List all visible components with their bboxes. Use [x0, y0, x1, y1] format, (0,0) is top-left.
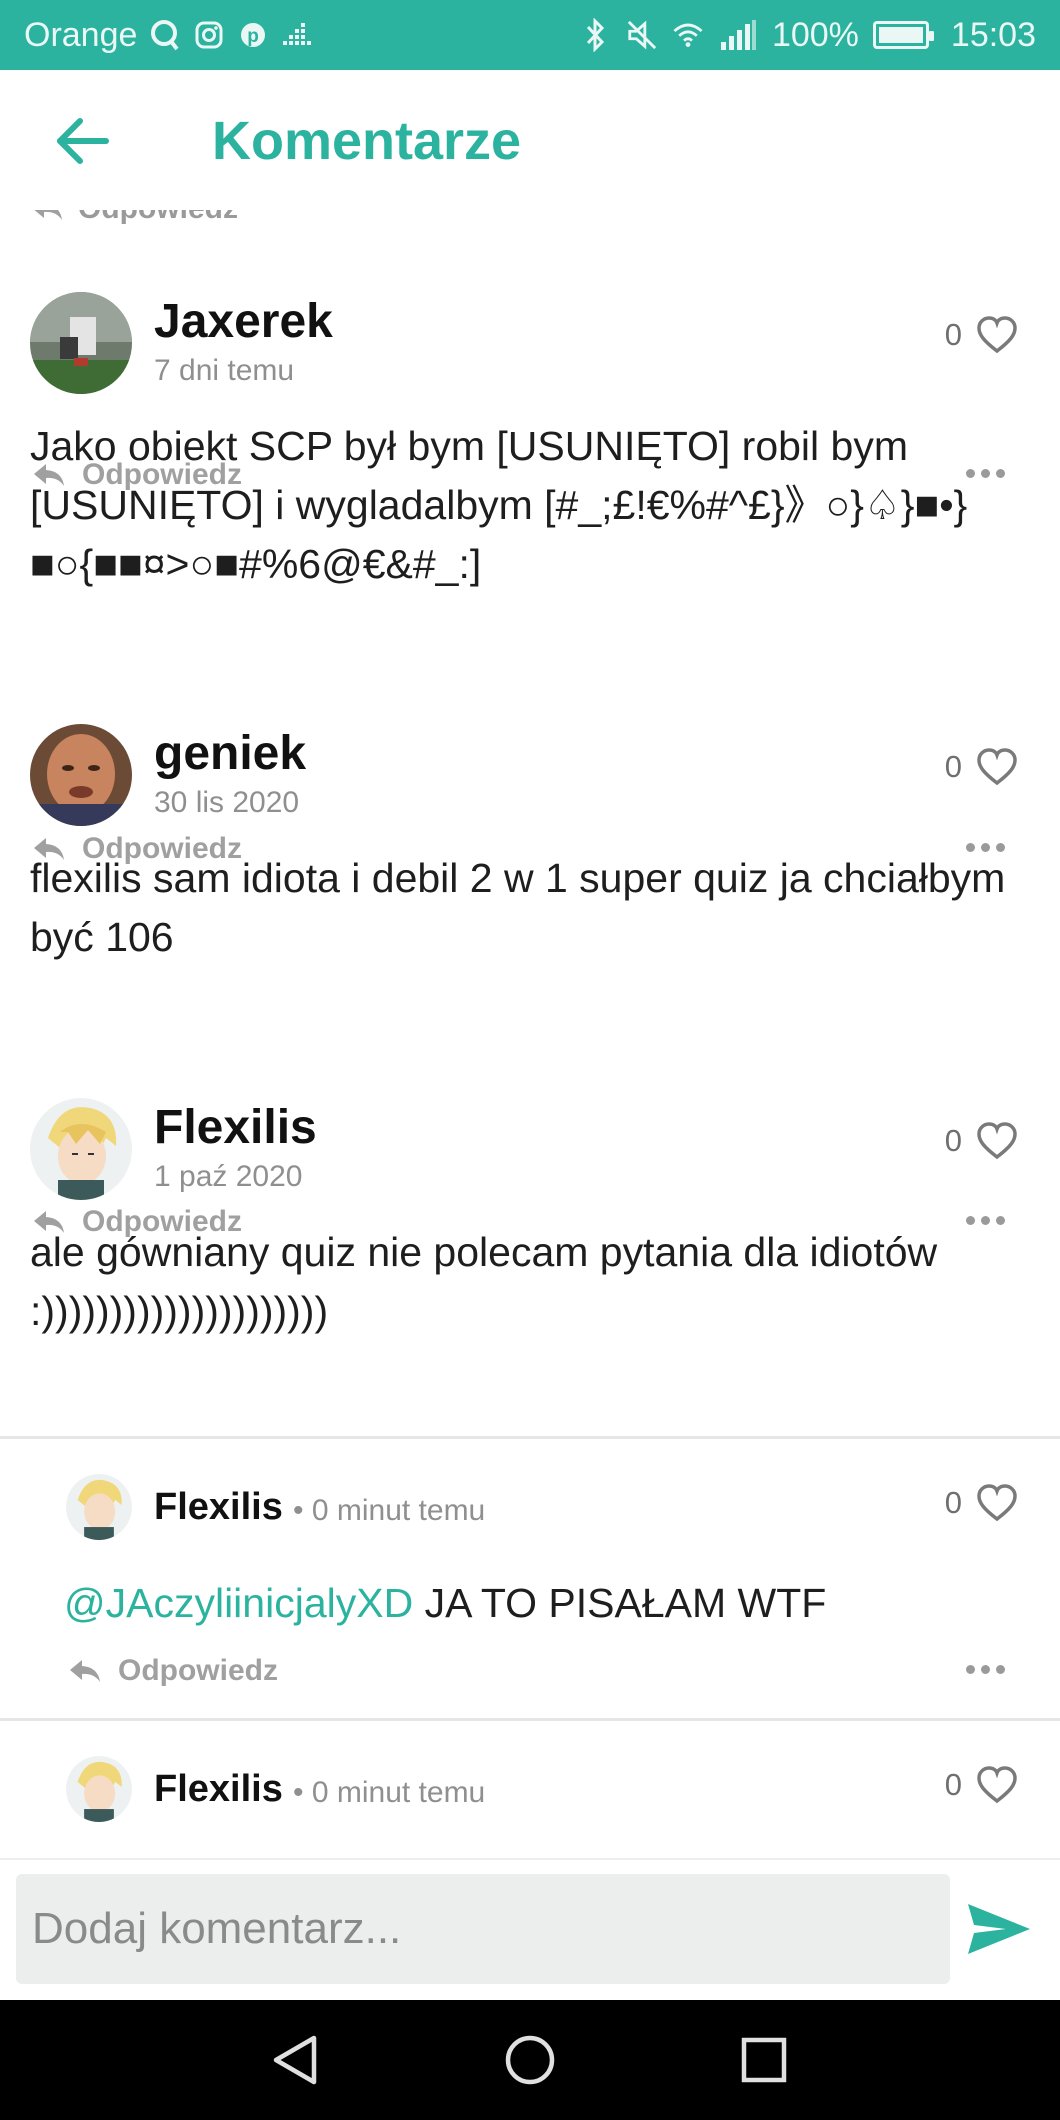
reply-author[interactable]: Flexilis: [154, 1768, 283, 1811]
reply-button[interactable]: Odpowiedz: [32, 832, 242, 866]
comment-text: Jako obiekt SCP był bym [USUNIĘTO] robil…: [30, 423, 968, 587]
avatar[interactable]: [30, 1098, 132, 1200]
status-bar: Orange p 100% 15:03: [0, 0, 1060, 70]
reply-time: • 0 minut temu: [293, 1494, 486, 1527]
bluetooth-icon: [580, 17, 612, 53]
reply-button[interactable]: Odpowiedz: [32, 1205, 242, 1239]
heart-icon: [977, 1122, 1017, 1160]
reply-label: Odpowiedz: [118, 1654, 278, 1687]
divider: [0, 1436, 1060, 1439]
comment-author[interactable]: geniek: [154, 726, 306, 781]
reply-time: • 0 minut temu: [293, 1776, 486, 1809]
reply-button[interactable]: Odpowiedz: [32, 458, 242, 492]
reply-arrow-icon: [34, 464, 64, 486]
battery-fill: [878, 27, 923, 43]
reply-label: Odpowiedz: [82, 1205, 242, 1238]
reply-arrow-icon: [34, 838, 64, 860]
reply-item: Flexilis • 0 minut temu 0 @JAczyliinicja…: [0, 1474, 1060, 1674]
reply-arrow-icon: [34, 210, 62, 220]
like-count: 0: [944, 1485, 962, 1520]
nav-recents-icon[interactable]: [724, 2020, 804, 2100]
heart-icon: [977, 1484, 1017, 1522]
like-count: 0: [944, 749, 962, 784]
reply-item: Flexilis • 0 minut temu 0: [0, 1756, 1060, 1856]
like-button[interactable]: 0: [945, 1766, 1018, 1804]
reply-button[interactable]: Odpowiedz: [30, 210, 238, 226]
comment-text: ale gówniany quiz nie polecam pytania dl…: [30, 1229, 938, 1334]
avatar[interactable]: [66, 1756, 132, 1822]
like-button[interactable]: 0: [945, 1122, 1018, 1160]
carrier-name: Orange: [24, 15, 138, 54]
reply-label: Odpowiedz: [78, 210, 238, 226]
avatar[interactable]: [30, 724, 132, 826]
user-mention[interactable]: @JAczyliinicjalyXD: [64, 1580, 413, 1626]
battery-percent: 100%: [771, 15, 859, 54]
like-count: 0: [944, 1123, 962, 1158]
nav-back-icon[interactable]: [256, 2020, 336, 2100]
like-count: 0: [944, 317, 962, 352]
dotted-bars-icon: [281, 17, 313, 53]
comment-author[interactable]: Flexilis: [154, 1100, 317, 1155]
reply-text: @JAczyliinicjalyXD JA TO PISAŁAM WTF: [64, 1574, 1024, 1633]
wifi-icon: [672, 17, 704, 53]
reply-text-content: JA TO PISAŁAM WTF: [413, 1580, 827, 1626]
avatar[interactable]: [66, 1474, 132, 1540]
comments-feed[interactable]: Odpowiedz Jaxerek 7 dni temu 0 Jako obie…: [0, 210, 1060, 1870]
pinterest-icon: p: [237, 17, 269, 53]
page-title: Komentarze: [212, 111, 522, 171]
comment-text: flexilis sam idiota i debil 2 w 1 super …: [30, 855, 1006, 960]
comment-time: 7 dni temu: [154, 354, 295, 387]
like-count: 0: [944, 1767, 962, 1802]
like-button[interactable]: 0: [945, 316, 1018, 354]
comment-author[interactable]: Jaxerek: [154, 294, 333, 349]
reply-arrow-icon: [70, 1660, 100, 1682]
instagram-icon: [193, 17, 225, 53]
system-nav-bar: [0, 2000, 1060, 2120]
q-icon: [149, 17, 181, 53]
reply-author[interactable]: Flexilis: [154, 1486, 283, 1529]
heart-icon: [977, 748, 1017, 786]
like-button[interactable]: 0: [945, 1484, 1018, 1522]
more-options-button[interactable]: [966, 463, 1010, 483]
arrow-left-icon[interactable]: [50, 112, 114, 170]
more-options-button[interactable]: [966, 837, 1010, 857]
avatar[interactable]: [30, 292, 132, 394]
comment-time: 1 paź 2020: [154, 1160, 303, 1193]
battery-icon: [872, 21, 934, 49]
more-options-button[interactable]: [966, 1659, 1010, 1679]
comment-time: 30 lis 2020: [154, 786, 300, 819]
app-header: Komentarze: [0, 70, 1060, 210]
reply-arrow-icon: [34, 1211, 64, 1233]
divider: [0, 1718, 1060, 1721]
clock: 15:03: [950, 15, 1036, 54]
send-icon[interactable]: [962, 1896, 1036, 1962]
comment-input[interactable]: [16, 1874, 950, 1984]
reply-button[interactable]: Odpowiedz: [68, 1654, 278, 1688]
more-options-button[interactable]: [966, 1210, 1010, 1230]
svg-text:p: p: [248, 26, 260, 47]
signal-icon: [718, 17, 758, 53]
comment-item: Jaxerek 7 dni temu 0 Jako obiekt SCP był…: [0, 292, 1060, 592]
comment-composer: [0, 1858, 1060, 2000]
reply-label: Odpowiedz: [82, 458, 242, 491]
heart-icon: [977, 1766, 1017, 1804]
like-button[interactable]: 0: [945, 748, 1018, 786]
reply-label: Odpowiedz: [82, 832, 242, 865]
mute-icon: [626, 17, 658, 53]
nav-home-icon[interactable]: [490, 2020, 570, 2100]
heart-icon: [977, 316, 1017, 354]
